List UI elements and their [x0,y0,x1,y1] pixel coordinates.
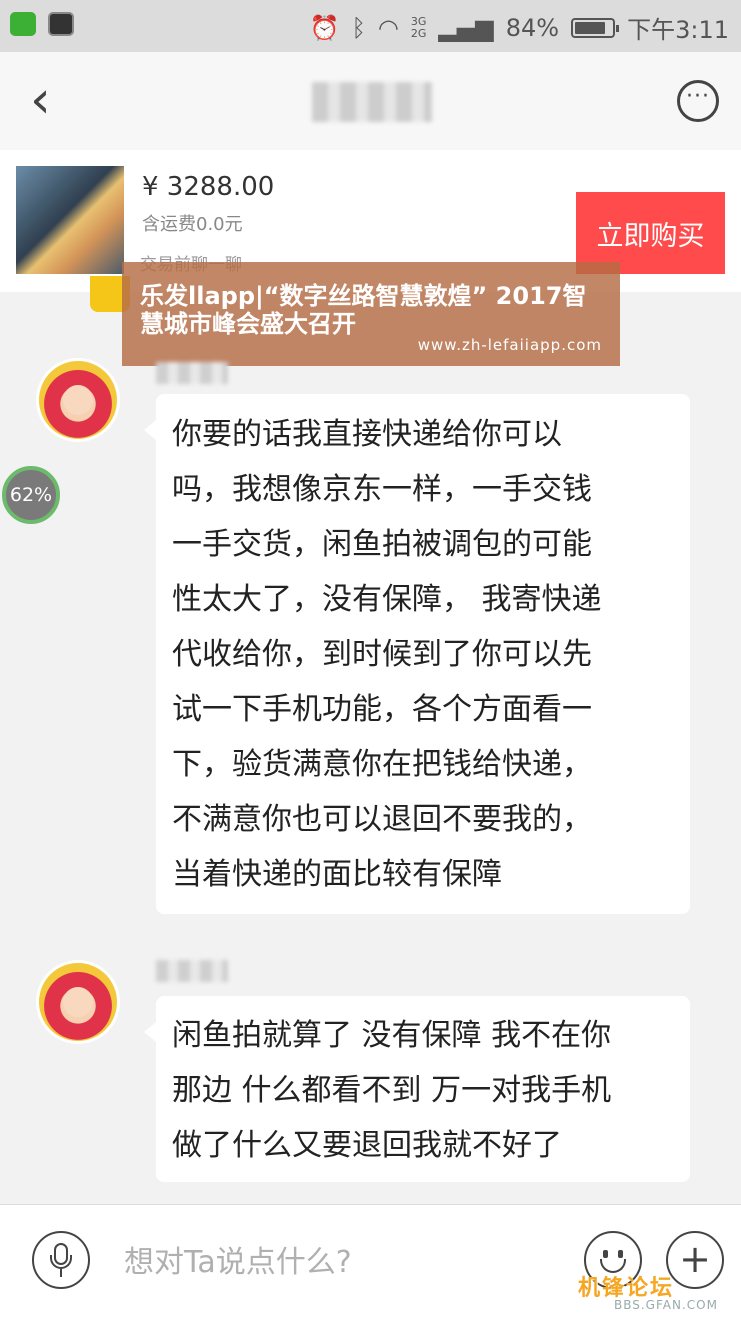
product-price: ¥ 3288.00 [142,172,275,202]
message-line: 吗，我想像京东一样，一手交钱 [172,472,592,507]
forum-watermark-logo: 机锋论坛 BBS.GFAN.COM [578,1270,736,1314]
message-line: 闲鱼拍就算了 没有保障 我不在你 [172,1018,612,1053]
message-bubble[interactable]: 你要的话我直接快递给你可以 吗，我想像京东一样，一手交钱 一手交货，闲鱼拍被调包… [144,394,690,914]
message-line: 当着快递的面比较有保障 [172,857,502,892]
battery-fill [575,21,606,34]
back-button[interactable]: ‹ [30,74,51,126]
nav-bar: ‹ ··· [0,52,741,151]
message-line: 性太大了，没有保障， 我寄快递 [172,582,602,617]
message-line: 做了什么又要退回我就不好了 [172,1128,562,1163]
status-bar: ⏰ ᛒ ◠ 3G 2G ▂▄▆ 84% 下午3:11 [0,0,741,52]
microphone-icon[interactable] [32,1231,90,1289]
wifi-icon: ◠ [377,13,399,42]
avatar[interactable] [36,358,120,442]
alarm-icon: ⏰ [309,13,340,42]
sender-name-blurred [156,362,228,384]
message-bubble[interactable]: 闲鱼拍就算了 没有保障 我不在你 那边 什么都看不到 万一对我手机 做了什么又要… [144,996,690,1182]
message-line: 试一下手机功能，各个方面看一 [172,692,592,727]
shipping-fee: 含运费0.0元 [142,214,243,235]
chat-partner-name-blurred [312,82,432,122]
avatar[interactable] [36,960,120,1044]
signal-label-2g: 2G [410,26,427,40]
message-line: 那边 什么都看不到 万一对我手机 [172,1073,612,1108]
battery-icon [571,17,620,38]
battery-percent: 84% [505,13,560,42]
message-line: 一手交货，闲鱼拍被调包的可能 [172,527,592,562]
product-thumbnail[interactable] [16,166,124,274]
message-line: 代收给你，到时候到了你可以先 [172,637,592,672]
sender-name-blurred [156,960,228,982]
message-line: 不满意你也可以退回不要我的， [172,802,592,837]
message-line: 下，验货满意你在把钱给快递， [172,747,592,782]
more-options-button[interactable]: ··· [677,80,719,122]
message-input[interactable] [110,1235,578,1289]
clock: 下午3:11 [627,16,729,44]
wechat-icon [10,12,36,36]
watermark-title: 乐发llapp|“数字丝路智慧敦煌” 2017智慧城市峰会盛大召开 [140,282,587,338]
signal-icon: 3G 2G [410,15,427,40]
forum-site: BBS.GFAN.COM [614,1298,718,1312]
message-line: 你要的话我直接快递给你可以 [172,417,562,452]
watermark-url: www.zh-lefaiiapp.com [417,336,602,354]
floating-progress-badge[interactable]: 62% [2,466,60,524]
bluetooth-icon: ᛒ [351,13,366,42]
watermark-banner: 乐发llapp|“数字丝路智慧敦煌” 2017智慧城市峰会盛大召开 www.zh… [122,262,620,366]
gallery-icon [48,12,74,36]
signal-strength-icon: ▂▄▆ [438,13,494,42]
